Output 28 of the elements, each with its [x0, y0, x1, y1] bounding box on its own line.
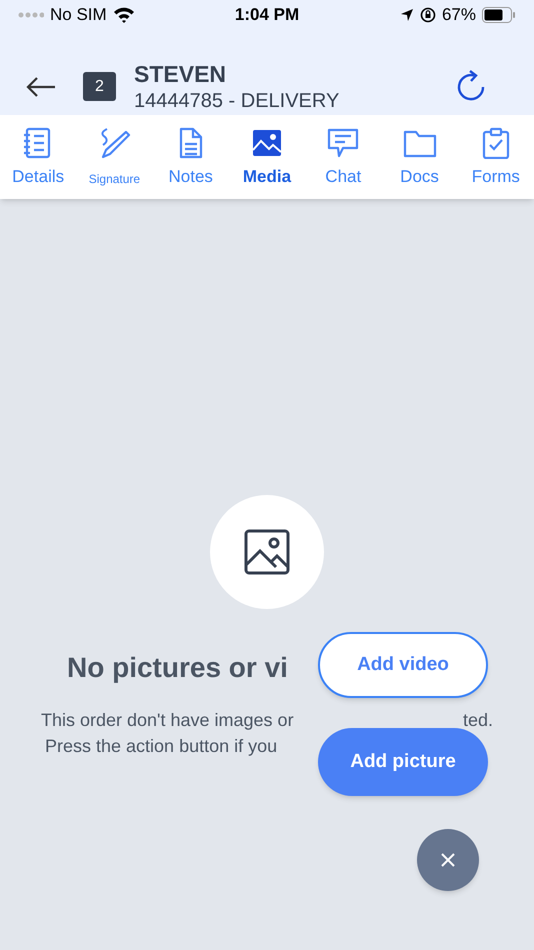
image-icon [244, 529, 290, 575]
tab[interactable]: Docs [381, 115, 458, 199]
tab[interactable]: Forms [458, 115, 534, 199]
location-arrow-icon [400, 8, 414, 22]
close-icon [440, 852, 456, 868]
chat-bubble-icon [326, 127, 360, 159]
tab[interactable]: Chat [305, 115, 382, 199]
add-video-button[interactable]: Add video [318, 632, 488, 698]
count-badge: 2 [83, 72, 116, 101]
empty-description: This order don't have images or [41, 709, 294, 732]
tab[interactable]: Notes [152, 115, 229, 199]
add-picture-button[interactable]: Add picture [318, 728, 488, 796]
wifi-icon [112, 7, 135, 23]
battery-icon [482, 7, 516, 23]
customer-name: STEVEN [134, 60, 228, 88]
status-time: 1:04 PM [234, 5, 300, 24]
back-arrow-icon[interactable] [26, 76, 56, 98]
close-button[interactable] [417, 829, 479, 891]
tab[interactable]: Media [228, 115, 306, 199]
carrier-text: No SIM [50, 4, 107, 26]
rotation-lock-icon [420, 7, 436, 23]
signal-icon [18, 12, 44, 18]
tab[interactable]: Details [0, 115, 76, 199]
order-subtitle: 14444785 - DELIVERY [134, 88, 340, 114]
battery-text: 67% [442, 4, 476, 26]
empty-heading: No pictures or vi [67, 652, 288, 683]
tab[interactable]: Signature [76, 115, 153, 199]
empty-description: Press the action button if you [45, 736, 278, 756]
